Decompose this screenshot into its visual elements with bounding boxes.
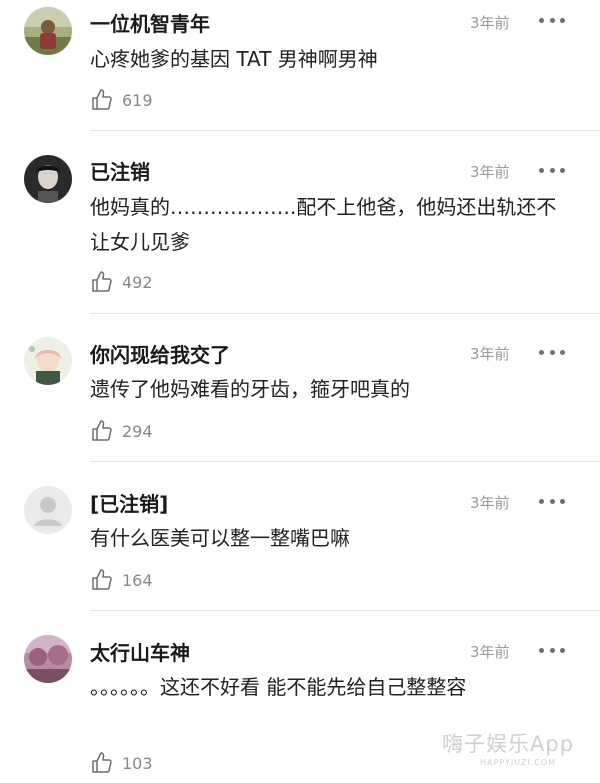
like-button[interactable]: 492	[90, 269, 153, 295]
divider	[90, 313, 600, 314]
username[interactable]: [已注销]	[90, 488, 168, 517]
like-count: 294	[122, 421, 153, 441]
watermark-text: 嗨子娱乐App	[442, 732, 575, 756]
like-count: 164	[122, 570, 153, 590]
more-options-icon[interactable]	[539, 166, 565, 174]
comment-time: 3年前	[470, 494, 510, 512]
more-options-icon[interactable]	[539, 497, 565, 505]
landscape-portrait-avatar-icon	[24, 7, 72, 55]
thumbs-up-icon	[92, 569, 112, 590]
like-button[interactable]: 619	[90, 87, 153, 113]
thumbs-up-icon	[92, 420, 112, 441]
like-count: 619	[122, 90, 153, 110]
more-options-icon[interactable]	[539, 646, 565, 654]
default-user-avatar-icon	[24, 486, 72, 534]
comment-text: 心疼她爹的基因 TAT 男神啊男神	[90, 47, 378, 71]
username[interactable]: 已注销	[90, 156, 150, 185]
watermark: 嗨子娱乐App HAPPYJUZI.COM	[432, 728, 600, 774]
like-button[interactable]: 294	[90, 418, 153, 444]
user-avatar[interactable]	[24, 486, 72, 534]
more-options-icon[interactable]	[539, 348, 565, 356]
comment-time: 3年前	[470, 345, 510, 363]
thumbs-up-icon	[92, 752, 112, 773]
watermark-url: HAPPYJUZI.COM	[480, 758, 557, 767]
username[interactable]: 一位机智青年	[90, 8, 210, 37]
comment-text: 有什么医美可以整一整嘴巴嘛	[90, 526, 350, 550]
user-avatar[interactable]	[24, 155, 72, 203]
pink-trees-avatar-icon	[24, 635, 72, 683]
comment-text: 遗传了他妈难看的牙齿，箍牙吧真的	[90, 377, 410, 401]
thumbs-up-icon	[92, 271, 112, 292]
username[interactable]: 太行山车神	[90, 637, 190, 666]
user-avatar[interactable]	[24, 7, 72, 55]
like-count: 492	[122, 272, 153, 292]
divider	[90, 130, 600, 131]
anime-girl-avatar-icon	[24, 337, 72, 385]
comment-time: 3年前	[470, 14, 510, 32]
comment-text: 。。。。。。这还不好看 能不能先给自己整整容	[90, 675, 467, 699]
woman-portrait-avatar-icon	[24, 155, 72, 203]
like-button[interactable]: 103	[90, 750, 153, 776]
more-options-icon[interactable]	[539, 16, 565, 24]
user-avatar[interactable]	[24, 635, 72, 683]
comment-text: 他妈真的……………….配不上他爸，他妈还出轨还不让女儿见爹	[90, 195, 557, 254]
divider	[90, 610, 600, 611]
username[interactable]: 你闪现给我交了	[90, 339, 230, 368]
like-button[interactable]: 164	[90, 567, 153, 593]
comment-time: 3年前	[470, 643, 510, 661]
user-avatar[interactable]	[24, 337, 72, 385]
comment-time: 3年前	[470, 163, 510, 181]
divider	[90, 461, 600, 462]
thumbs-up-icon	[92, 89, 112, 110]
like-count: 103	[122, 753, 153, 773]
